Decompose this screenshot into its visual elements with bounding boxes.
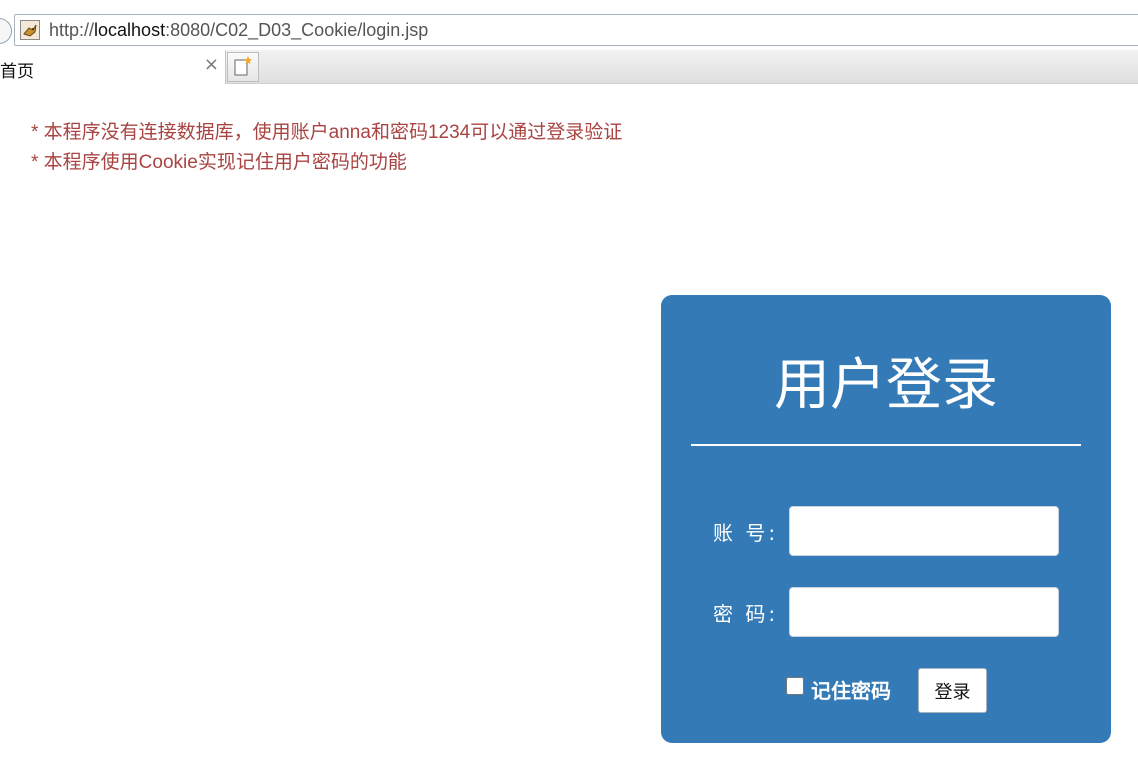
tab-title: 首页 — [0, 62, 34, 82]
remember-label[interactable]: 记住密码 — [811, 675, 891, 704]
account-input[interactable] — [789, 506, 1059, 556]
account-label: 账 号: — [713, 521, 779, 545]
page-content: * 本程序没有连接数据库，使用账户anna和密码1234可以通过登录验证 * 本… — [0, 84, 1138, 765]
url-path: :8080/C02_D03_Cookie/login.jsp — [165, 20, 429, 40]
tab-home[interactable]: 首页 × — [0, 50, 226, 84]
password-label: 密 码: — [713, 602, 779, 626]
notice-list: * 本程序没有连接数据库，使用账户anna和密码1234可以通过登录验证 * 本… — [31, 118, 622, 178]
url-prefix: http:// — [49, 20, 95, 40]
address-bar[interactable]: http://localhost:8080/C02_D03_Cookie/log… — [14, 14, 1138, 46]
login-button[interactable]: 登录 — [918, 668, 987, 713]
tomcat-favicon-icon — [20, 20, 40, 40]
password-input[interactable] — [789, 587, 1059, 637]
notice-line: * 本程序没有连接数据库，使用账户anna和密码1234可以通过登录验证 — [31, 122, 623, 143]
back-button[interactable] — [0, 18, 12, 44]
url-text: http://localhost:8080/C02_D03_Cookie/log… — [49, 20, 428, 41]
login-divider — [691, 444, 1081, 446]
address-bar-row: http://localhost:8080/C02_D03_Cookie/log… — [0, 12, 1138, 50]
login-panel: 用户登录 账 号: 密 码: 记住密码 登录 — [661, 295, 1111, 743]
url-host: localhost — [94, 20, 166, 40]
close-icon[interactable]: × — [204, 55, 219, 75]
new-tab-icon — [228, 56, 258, 85]
login-title: 用户登录 — [774, 353, 998, 418]
new-tab-button[interactable] — [227, 52, 259, 82]
tab-strip: 首页 × — [0, 50, 1138, 84]
browser-chrome: http://localhost:8080/C02_D03_Cookie/log… — [0, 0, 1138, 84]
remember-checkbox[interactable] — [786, 677, 804, 695]
notice-line: * 本程序使用Cookie实现记住用户密码的功能 — [31, 152, 407, 173]
